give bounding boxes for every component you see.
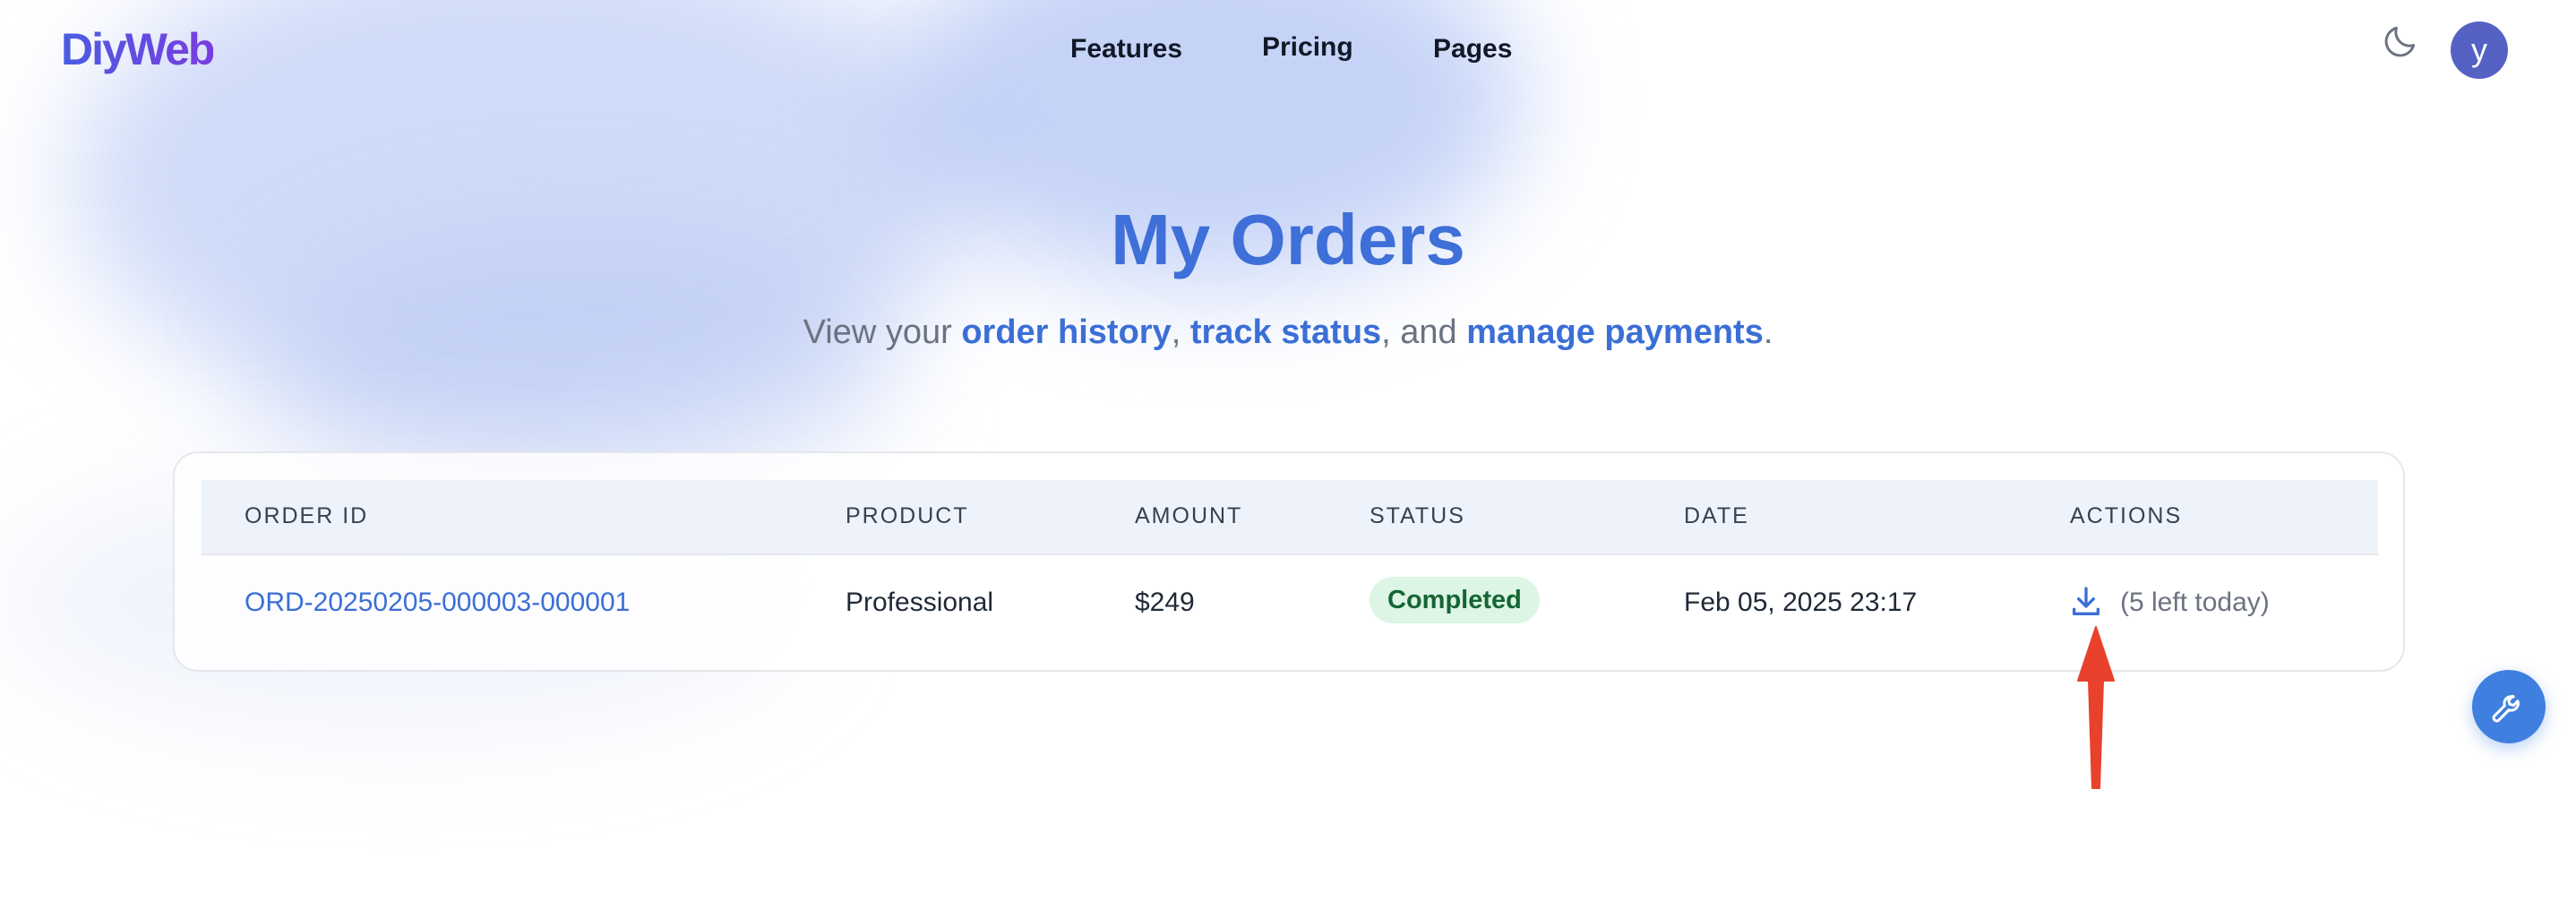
subtitle-text: , and: [1381, 313, 1467, 351]
moon-icon[interactable]: [2381, 21, 2420, 61]
column-header-product: PRODUCT: [846, 503, 969, 528]
table-header-row: ORDER ID PRODUCT AMOUNT STATUS DATE ACTI…: [202, 480, 2378, 555]
order-id-link[interactable]: ORD-20250205-000003-000001: [245, 588, 630, 618]
column-header-amount: AMOUNT: [1135, 503, 1243, 528]
wrench-icon: [2492, 694, 2520, 723]
annotation-arrow: [2077, 626, 2115, 789]
product-cell: Professional: [846, 588, 994, 617]
column-header-order-id: ORDER ID: [245, 503, 369, 528]
tools-fab-button[interactable]: [2472, 670, 2546, 743]
column-header-date: DATE: [1684, 503, 1749, 528]
subtitle-text: View your: [803, 313, 962, 351]
nav-pages[interactable]: Pages: [1433, 34, 1512, 64]
page-title: My Orders: [1111, 200, 1465, 279]
downloads-left-note: (5 left today): [2120, 588, 2270, 617]
subtitle-text: .: [1763, 313, 1773, 351]
subtitle-highlight-order-history: order history: [961, 313, 1172, 351]
download-icon[interactable]: [2068, 584, 2104, 620]
column-header-status: STATUS: [1370, 503, 1465, 528]
nav-pricing[interactable]: Pricing: [1262, 32, 1353, 63]
subtitle-highlight-track-status: track status: [1189, 313, 1382, 351]
column-header-actions: ACTIONS: [2070, 503, 2183, 528]
amount-cell: $249: [1135, 588, 1195, 617]
subtitle-highlight-manage-payments: manage payments: [1466, 313, 1764, 351]
nav-features[interactable]: Features: [1070, 34, 1182, 64]
site-logo[interactable]: DiyWeb: [61, 23, 215, 75]
date-cell: Feb 05, 2025 23:17: [1684, 588, 1918, 617]
page-subtitle: View your order history, track status, a…: [0, 313, 2576, 352]
user-avatar[interactable]: y: [2451, 21, 2508, 79]
status-badge: Completed: [1370, 577, 1540, 623]
subtitle-text: ,: [1171, 313, 1190, 351]
